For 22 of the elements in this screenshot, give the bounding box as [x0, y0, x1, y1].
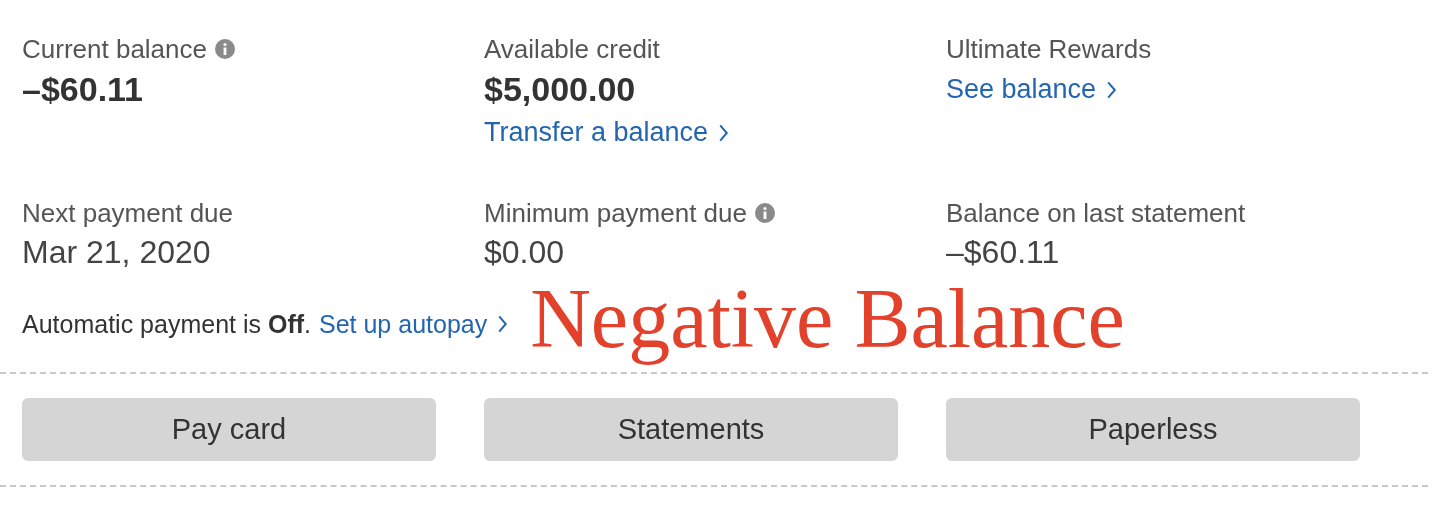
- link[interactable]: See balance: [946, 74, 1118, 105]
- action-button[interactable]: Statements: [484, 398, 898, 461]
- amount: $0.00: [484, 234, 566, 271]
- action-button[interactable]: Pay card: [22, 398, 436, 461]
- field-label: Ultimate Rewards: [946, 33, 1152, 65]
- annotation-text: Negative Balance: [530, 270, 1125, 367]
- chevron-icon: [718, 122, 730, 143]
- link[interactable]: Transfer a balance: [484, 117, 730, 148]
- amount: –$60.11: [22, 70, 145, 109]
- amount: –$60.11: [946, 234, 1061, 271]
- field-label: Balance on last statement: [946, 197, 1246, 229]
- field-label: Minimum payment due: [484, 197, 747, 229]
- action-button[interactable]: Paperless: [946, 398, 1360, 461]
- chevron-icon: [1106, 79, 1118, 100]
- field-label: Available credit: [484, 33, 660, 65]
- link[interactable]: Set up autopay: [319, 309, 509, 339]
- field-label: Next payment due: [22, 197, 233, 229]
- amount: Mar 21, 2020: [22, 234, 212, 271]
- field-label: Current balance: [22, 33, 207, 65]
- autopay-status: Automatic payment is Off.: [22, 309, 311, 339]
- amount: $5,000.00: [484, 70, 637, 109]
- chevron-icon: [497, 314, 509, 334]
